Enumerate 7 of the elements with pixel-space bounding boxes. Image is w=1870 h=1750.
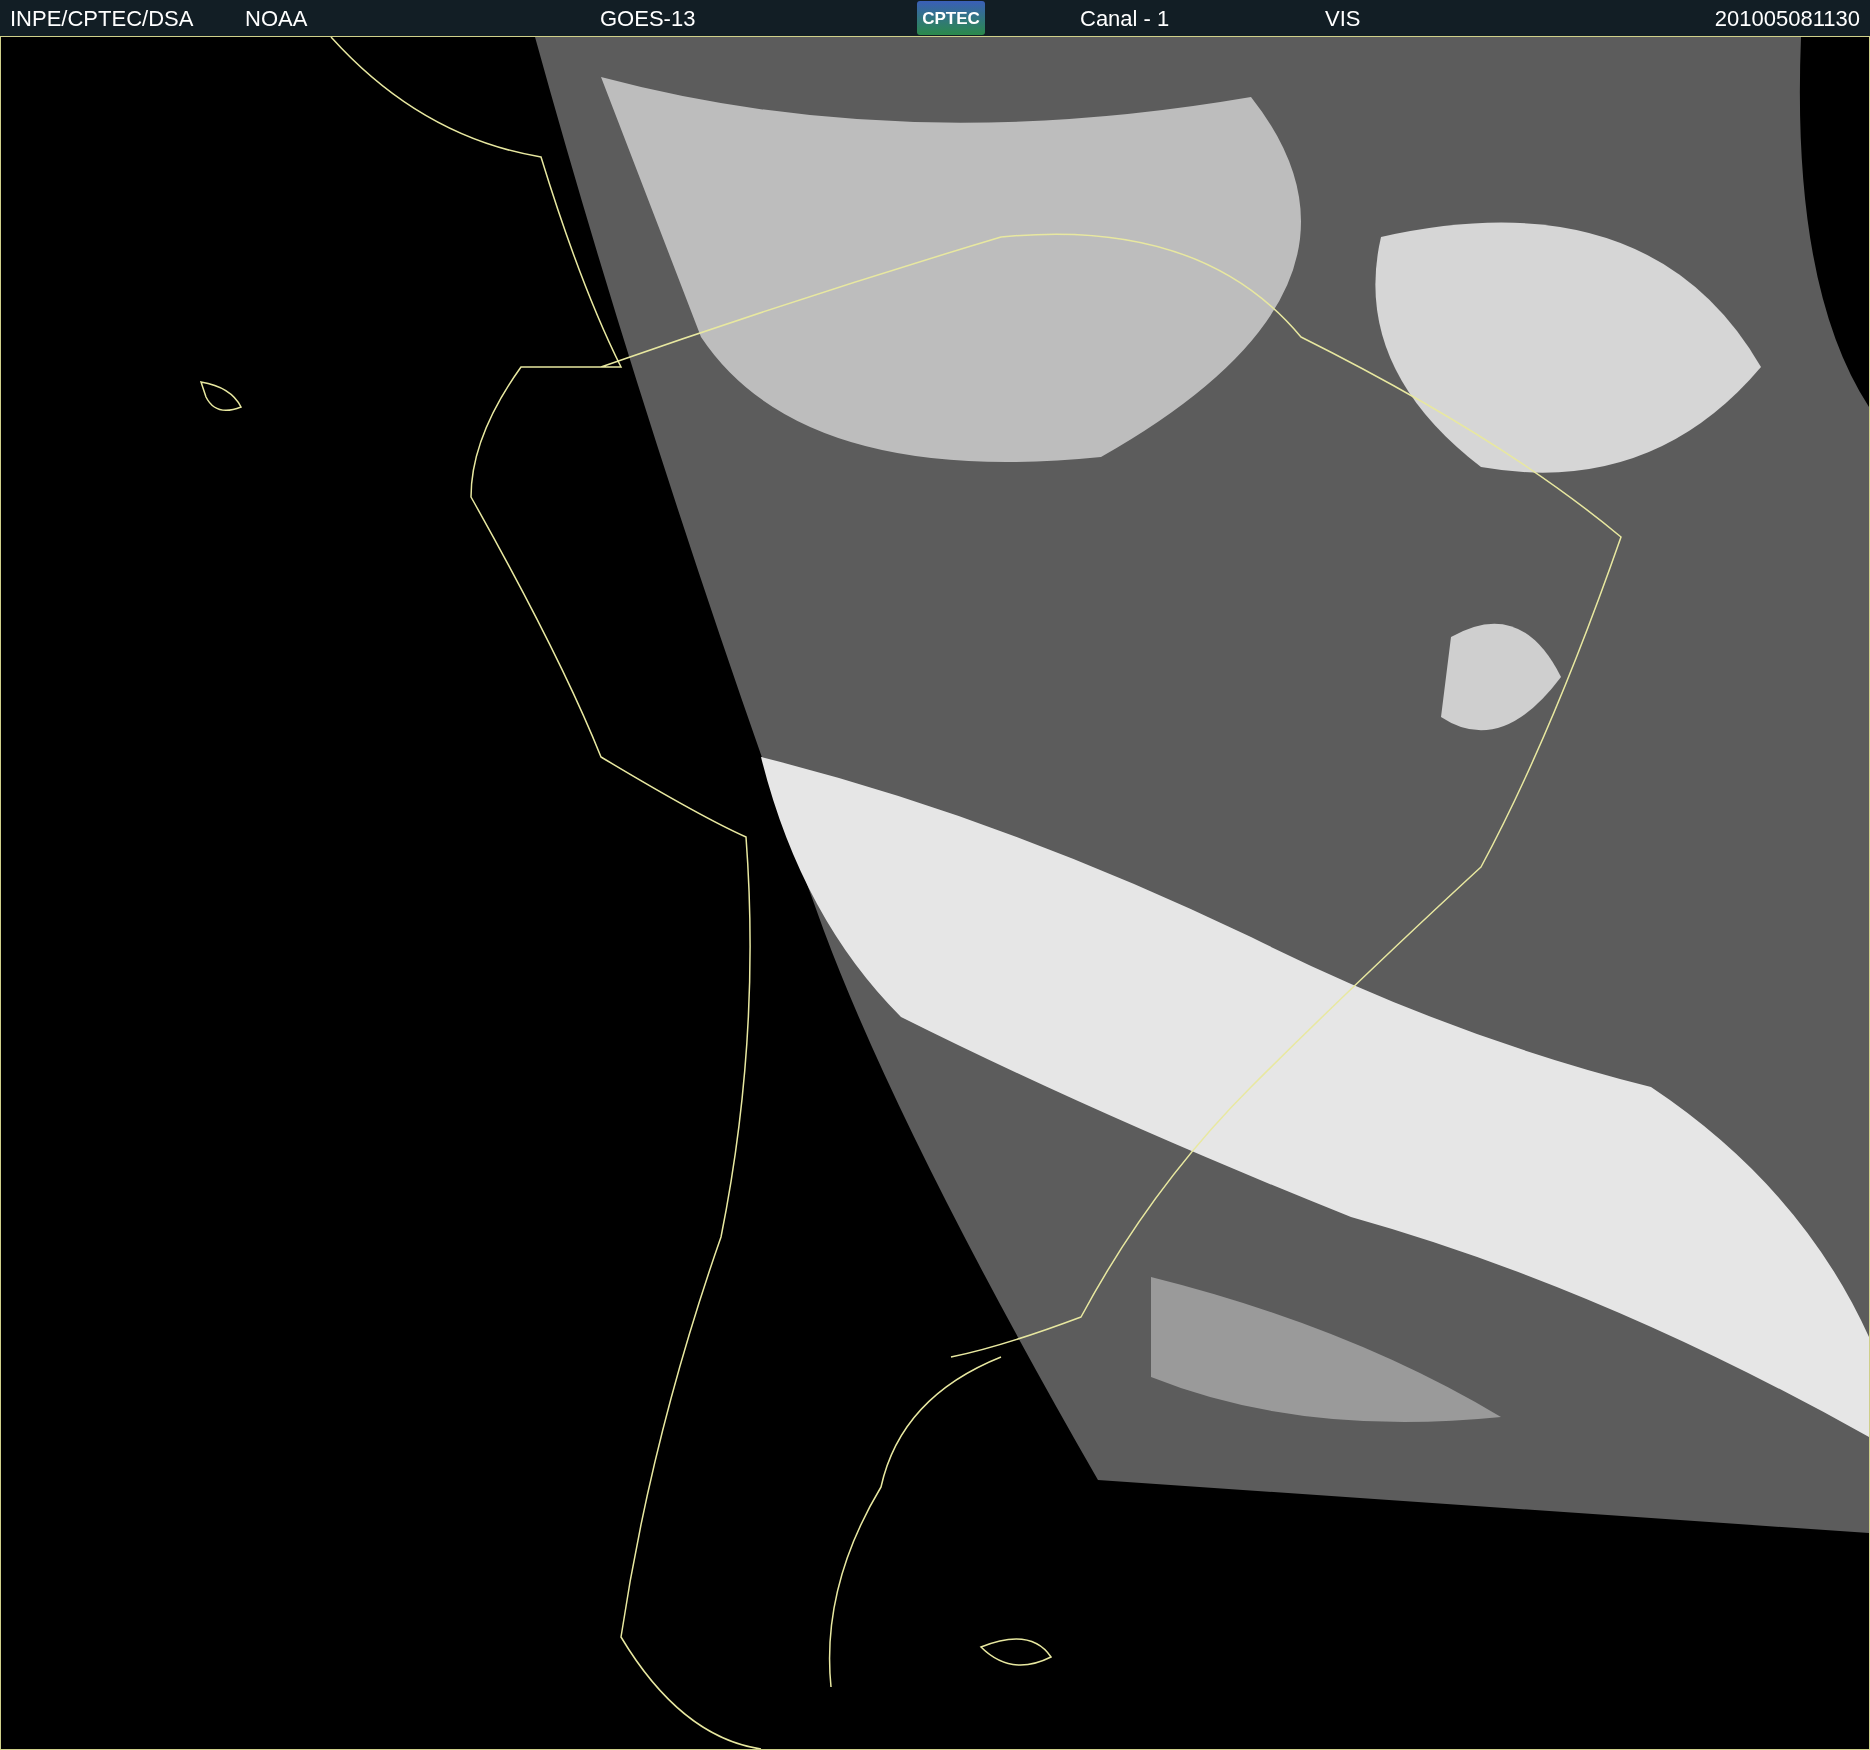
header-label: INPE/CPTEC/DSA xyxy=(10,4,195,33)
header-label: VIS xyxy=(1325,4,1362,33)
header-label: 201005081130 xyxy=(1714,4,1860,33)
logo: CPTEC xyxy=(917,1,985,35)
header-label: NOAA xyxy=(245,4,309,33)
header-label: GOES-13 xyxy=(600,4,697,33)
header-label: Canal - 1 xyxy=(1080,4,1171,33)
